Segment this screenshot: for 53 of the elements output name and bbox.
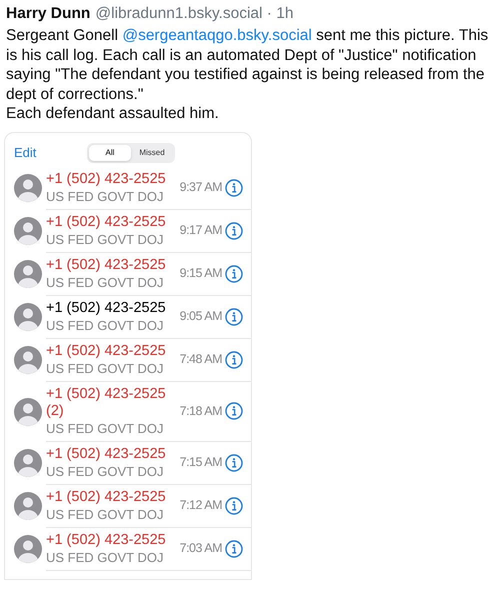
phone-number: +1 (502) 423-2525 bbox=[46, 386, 167, 402]
filter-tab[interactable]: All bbox=[89, 144, 131, 160]
caller-label: US FED GOVT DOJ bbox=[46, 506, 164, 522]
phone-number: +1 (502) 423-2525 bbox=[46, 256, 167, 274]
phone-number: +1 (502) 423-2525 bbox=[46, 342, 167, 360]
phone-number: +1 (502) 423-2525 bbox=[46, 488, 167, 506]
call-time: 7:12 AM bbox=[180, 497, 222, 514]
caller-label: US FED GOVT DOJ bbox=[46, 462, 164, 480]
call-time: 9:05 AM bbox=[180, 308, 222, 326]
info-icon[interactable] bbox=[225, 178, 243, 196]
info-icon[interactable] bbox=[225, 222, 243, 240]
post-meta: @libradunn1.bsky.social · 1h bbox=[95, 4, 294, 24]
contact-avatar-icon bbox=[14, 346, 42, 374]
phone-number: +1 (502) 423-2525 bbox=[46, 214, 167, 230]
contact-avatar-icon bbox=[14, 174, 42, 202]
phone-number: +1 (502) 423-2525 bbox=[46, 532, 167, 548]
caller-label: US FED GOVT DOJ bbox=[46, 420, 164, 436]
post-text: Sergeant Gonell @sergeantaqgo.bsky.social sent me this picture. This is his call log. Each call is an automated Dept of "Justice" notification saying "The defendant you testified against is being released from the dept of corrections." Each defendant assaulted him. bbox=[6, 26, 490, 124]
info-icon[interactable] bbox=[225, 454, 243, 472]
call-time: 9:15 AM bbox=[180, 265, 222, 282]
call-time: 7:18 AM bbox=[180, 402, 222, 420]
call-time: 7:03 AM bbox=[180, 540, 222, 558]
contact-avatar-icon bbox=[14, 535, 42, 563]
phone-number: +1 (502) 423-2525 bbox=[46, 170, 167, 188]
call-time: 9:17 AM bbox=[180, 222, 222, 240]
edit-button[interactable]: Edit bbox=[14, 142, 87, 162]
info-icon[interactable] bbox=[225, 264, 243, 282]
info-icon[interactable] bbox=[225, 402, 243, 420]
info-icon[interactable] bbox=[225, 540, 243, 558]
call-time: 7:48 AM bbox=[180, 351, 222, 368]
phone-number: +1 (502) 423-2525 bbox=[46, 446, 167, 462]
contact-avatar-icon bbox=[14, 449, 42, 477]
call-time: 7:15 AM bbox=[180, 454, 222, 472]
mention-link[interactable]: @sergeantaqgo.bsky.social bbox=[122, 27, 312, 44]
filter-tab[interactable]: Missed bbox=[131, 144, 173, 160]
caller-label: US FED GOVT DOJ bbox=[46, 316, 164, 334]
info-icon[interactable] bbox=[225, 350, 243, 368]
caller-label: US FED GOVT DOJ bbox=[46, 230, 164, 248]
contact-avatar-icon bbox=[14, 303, 42, 331]
info-icon[interactable] bbox=[225, 308, 243, 326]
caller-label: US FED GOVT DOJ bbox=[46, 360, 164, 376]
call-count: (2) bbox=[46, 402, 65, 420]
author-name[interactable]: Harry Dunn bbox=[6, 4, 90, 24]
caller-label: US FED GOVT DOJ bbox=[46, 274, 164, 290]
phone-number: +1 (502) 423-2525 bbox=[46, 300, 167, 316]
contact-avatar-icon bbox=[14, 398, 42, 426]
info-icon[interactable] bbox=[225, 496, 243, 514]
call-time: 9:37 AM bbox=[180, 179, 222, 196]
contact-avatar-icon bbox=[14, 492, 42, 520]
caller-label: US FED GOVT DOJ bbox=[46, 548, 164, 566]
caller-label: US FED GOVT DOJ bbox=[46, 188, 164, 204]
contact-avatar-icon bbox=[14, 217, 42, 245]
contact-avatar-icon bbox=[14, 260, 42, 288]
